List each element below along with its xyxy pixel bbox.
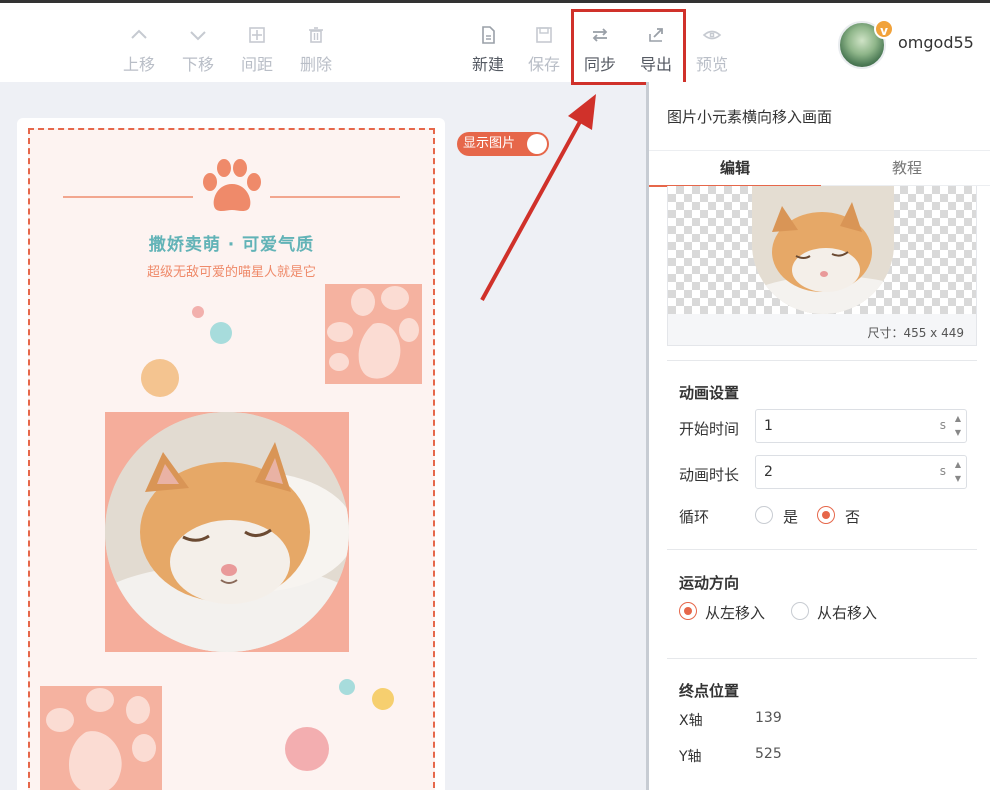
loop-yes-label[interactable]: 是 xyxy=(783,506,798,527)
annotation-arrow-icon xyxy=(480,94,596,301)
loop-yes-radio[interactable] xyxy=(755,506,773,524)
y-axis-label: Y轴 xyxy=(679,749,702,765)
direction-heading: 运动方向 xyxy=(679,574,740,592)
paw-block-left[interactable] xyxy=(40,686,162,790)
decor-dot xyxy=(141,359,179,397)
properties-panel: 图片小元素横向移入画面 编辑 教程 尺寸：455 x 449 动画设置 开始时间… xyxy=(646,82,990,790)
decor-dot xyxy=(339,679,355,695)
panel-tabs: 编辑 教程 xyxy=(649,150,990,187)
from-left-radio[interactable] xyxy=(679,602,697,620)
stepper-icon[interactable]: ▲ ▼ xyxy=(952,458,964,486)
trash-icon xyxy=(292,25,340,47)
username[interactable]: omgod55 xyxy=(898,33,974,52)
image-preview: 尺寸：455 x 449 xyxy=(667,186,977,346)
move-down-button[interactable]: 下移 xyxy=(174,25,222,75)
divider xyxy=(667,658,977,659)
move-up-button[interactable]: 上移 xyxy=(115,25,163,75)
new-button[interactable]: 新建 xyxy=(464,25,512,75)
duration-input[interactable]: 2 s ▲ ▼ xyxy=(755,455,967,489)
spacing-icon xyxy=(233,25,281,47)
paw-block-right[interactable] xyxy=(325,284,422,384)
decor-dot xyxy=(285,727,329,771)
cat-photo-frame[interactable] xyxy=(105,412,349,652)
poster-title[interactable]: 撒娇卖萌 · 可爱气质 xyxy=(30,230,433,255)
from-left-label[interactable]: 从左移入 xyxy=(705,602,765,623)
cat-image-icon xyxy=(105,412,349,652)
preview-button[interactable]: 预览 xyxy=(688,25,736,75)
divider xyxy=(667,549,977,550)
save-icon xyxy=(520,25,568,47)
decor-dot xyxy=(210,322,232,344)
paw-pattern-icon xyxy=(327,286,419,379)
new-file-icon xyxy=(464,25,512,47)
spacing-button[interactable]: 间距 xyxy=(233,25,281,75)
start-time-label: 开始时间 xyxy=(679,420,740,438)
end-position-heading: 终点位置 xyxy=(679,682,740,700)
loop-no-radio[interactable] xyxy=(817,506,835,524)
x-axis-label: X轴 xyxy=(679,713,703,729)
sync-export-highlight xyxy=(571,9,686,85)
cat-photo[interactable] xyxy=(105,412,349,652)
image-size-label: 尺寸：455 x 449 xyxy=(867,326,964,340)
tab-edit[interactable]: 编辑 xyxy=(649,151,821,187)
stepper-icon[interactable]: ▲ ▼ xyxy=(952,412,964,440)
chevron-down-icon xyxy=(174,25,222,47)
panel-title: 图片小元素横向移入画面 xyxy=(667,108,833,126)
vip-badge: v xyxy=(874,19,894,39)
chevron-up-icon xyxy=(115,25,163,47)
decor-line-right xyxy=(270,196,400,198)
from-right-label[interactable]: 从右移入 xyxy=(817,602,877,623)
decor-line-left xyxy=(63,196,193,198)
decor-dot xyxy=(372,688,394,710)
paw-icon xyxy=(203,159,261,211)
from-right-radio[interactable] xyxy=(791,602,809,620)
top-toolbar: 上移 下移 间距 删除 新建 保存 同步 导出 预览 v omgod55 xyxy=(0,0,990,85)
loop-label: 循环 xyxy=(679,508,710,526)
start-time-input[interactable]: 1 s ▲ ▼ xyxy=(755,409,967,443)
eye-icon xyxy=(688,25,736,47)
save-button[interactable]: 保存 xyxy=(520,25,568,75)
decor-dot xyxy=(192,306,204,318)
poster-subtitle[interactable]: 超级无敌可爱的喵星人就是它 xyxy=(30,261,433,280)
y-axis-value[interactable]: 525 xyxy=(755,746,782,762)
x-axis-value[interactable]: 139 xyxy=(755,710,782,726)
loop-no-label[interactable]: 否 xyxy=(845,506,860,527)
paw-pattern-icon xyxy=(46,688,156,790)
tab-tutorial[interactable]: 教程 xyxy=(821,151,990,187)
animation-settings-heading: 动画设置 xyxy=(679,384,740,402)
delete-button[interactable]: 删除 xyxy=(292,25,340,75)
poster-canvas[interactable]: 撒娇卖萌 · 可爱气质 超级无敌可爱的喵星人就是它 xyxy=(28,128,435,790)
duration-label: 动画时长 xyxy=(679,466,740,484)
divider xyxy=(667,360,977,361)
